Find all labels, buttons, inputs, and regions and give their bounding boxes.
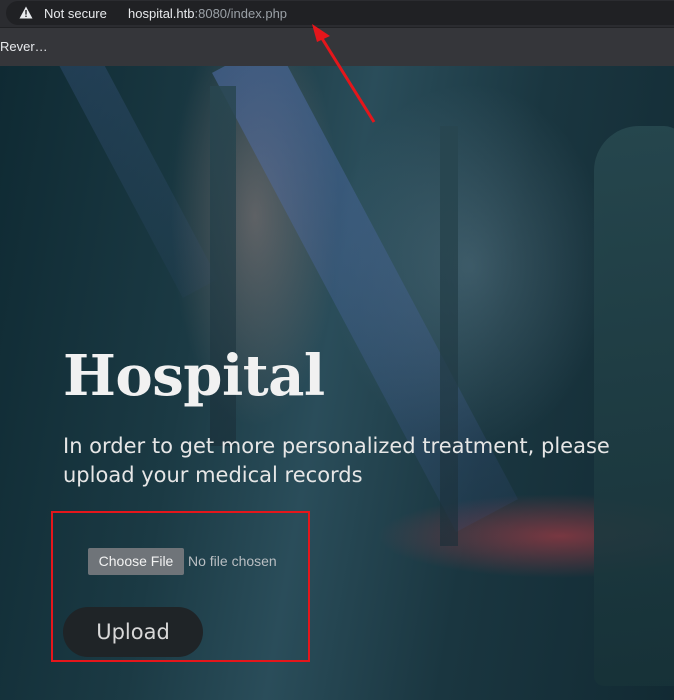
- url-host: hospital.htb: [128, 6, 195, 21]
- page-subtitle: In order to get more personalized treatm…: [63, 434, 610, 487]
- annotation-highlight-box: [51, 511, 310, 662]
- url-path: :8080/index.php: [194, 6, 288, 21]
- warning-triangle-icon[interactable]: [19, 6, 33, 19]
- background-light-beam: [41, 66, 219, 298]
- security-status-label[interactable]: Not secure: [44, 5, 107, 22]
- background-person-silhouette: [594, 126, 674, 686]
- url-text[interactable]: hospital.htb:8080/index.php: [128, 5, 287, 22]
- bookmark-item[interactable]: Rever…: [0, 38, 48, 55]
- page-title: Hospital: [63, 343, 325, 409]
- annotation-arrow-icon: [312, 24, 376, 123]
